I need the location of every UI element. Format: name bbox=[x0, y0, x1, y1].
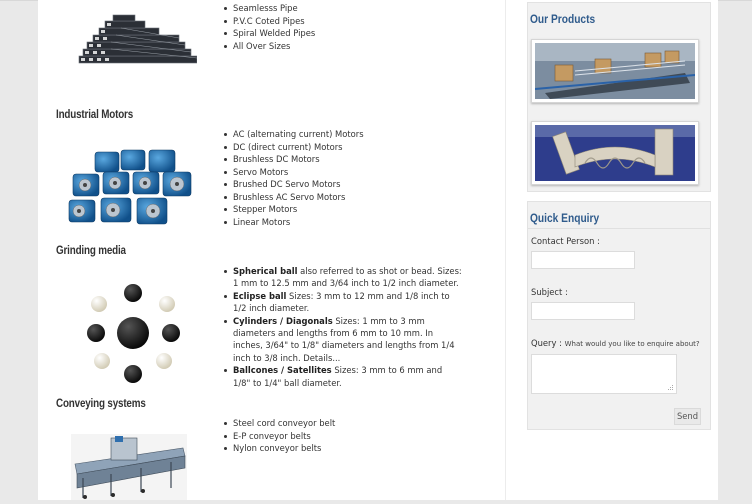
query-label-row: Query : What would you like to enquire a… bbox=[531, 338, 700, 348]
list-item: Steel cord conveyor belt bbox=[222, 417, 335, 430]
list-item: Nylon conveyor belts bbox=[222, 442, 335, 455]
query-textarea[interactable] bbox=[531, 354, 677, 394]
list-item: Cylinders / Diagonals Sizes: 1 mm to 3 m… bbox=[222, 315, 462, 365]
main-content: Seamlesss Pipe P.V.C Coted Pipes Spiral … bbox=[38, 0, 505, 500]
section-title-grinding-media: Grinding media bbox=[56, 243, 126, 257]
item-term: Spherical ball bbox=[233, 266, 298, 276]
resize-grip-icon[interactable] bbox=[666, 383, 674, 391]
list-item: DC (direct current) Motors bbox=[222, 141, 364, 154]
product-image-2[interactable] bbox=[531, 121, 699, 185]
subject-label: Subject : bbox=[531, 287, 568, 297]
list-item: Seamlesss Pipe bbox=[222, 2, 315, 15]
item-term: Eclipse ball bbox=[233, 290, 287, 301]
product-image-1[interactable] bbox=[531, 39, 699, 103]
grinding-media-list: Spherical ball also referred to as shot … bbox=[222, 265, 462, 389]
column-divider bbox=[505, 0, 506, 500]
contact-person-label: Contact Person : bbox=[531, 236, 600, 246]
list-item: Brushless DC Motors bbox=[222, 153, 364, 166]
contact-person-input[interactable] bbox=[531, 251, 635, 269]
list-item: Stepper Motors bbox=[222, 203, 364, 216]
pipes-list: Seamlesss Pipe P.V.C Coted Pipes Spiral … bbox=[222, 2, 315, 52]
products-panel: Our Products bbox=[527, 2, 711, 192]
list-item: Linear Motors bbox=[222, 216, 364, 229]
item-term: Ballcones / Satellites bbox=[233, 365, 332, 376]
quick-enquiry-panel: Quick Enquiry Contact Person : Subject :… bbox=[527, 201, 711, 430]
section-title-industrial-motors: Industrial Motors bbox=[56, 107, 134, 121]
section-title-conveying-systems: Conveying systems bbox=[56, 396, 146, 410]
send-button[interactable]: Send bbox=[674, 408, 701, 425]
motors-list: AC (alternating current) Motors DC (dire… bbox=[222, 128, 364, 228]
list-item: Ballcones / Satellites Sizes: 3 mm to 6 … bbox=[222, 364, 462, 389]
list-item: Spherical ball also referred to as shot … bbox=[222, 265, 462, 290]
list-item: P.V.C Coted Pipes bbox=[222, 15, 315, 28]
list-item: Spiral Welded Pipes bbox=[222, 27, 315, 40]
conveyor-image bbox=[71, 434, 187, 504]
list-item: Brushed DC Servo Motors bbox=[222, 178, 364, 191]
subject-input[interactable] bbox=[531, 302, 635, 320]
list-item: All Over Sizes bbox=[222, 40, 315, 53]
motors-image bbox=[65, 146, 197, 232]
list-item: E-P conveyor belts bbox=[222, 430, 335, 443]
grinding-media-image bbox=[86, 282, 180, 390]
list-item: AC (alternating current) Motors bbox=[222, 128, 364, 141]
query-hint: What would you like to enquire about? bbox=[564, 340, 700, 348]
page-container: Seamlesss Pipe P.V.C Coted Pipes Spiral … bbox=[38, 0, 718, 500]
conveying-list: Steel cord conveyor belt E-P conveyor be… bbox=[222, 417, 335, 455]
pipes-image bbox=[71, 14, 198, 70]
heading-divider bbox=[528, 228, 710, 229]
item-term: Cylinders / Diagonals bbox=[233, 315, 333, 326]
enquiry-heading: Quick Enquiry bbox=[530, 211, 600, 225]
list-item: Servo Motors bbox=[222, 166, 364, 179]
list-item: Brushless AC Servo Motors bbox=[222, 191, 364, 204]
list-item: Eclipse ball Sizes: 3 mm to 12 mm and 1/… bbox=[222, 290, 462, 315]
query-label: Query : bbox=[531, 338, 562, 348]
products-heading: Our Products bbox=[530, 12, 596, 26]
